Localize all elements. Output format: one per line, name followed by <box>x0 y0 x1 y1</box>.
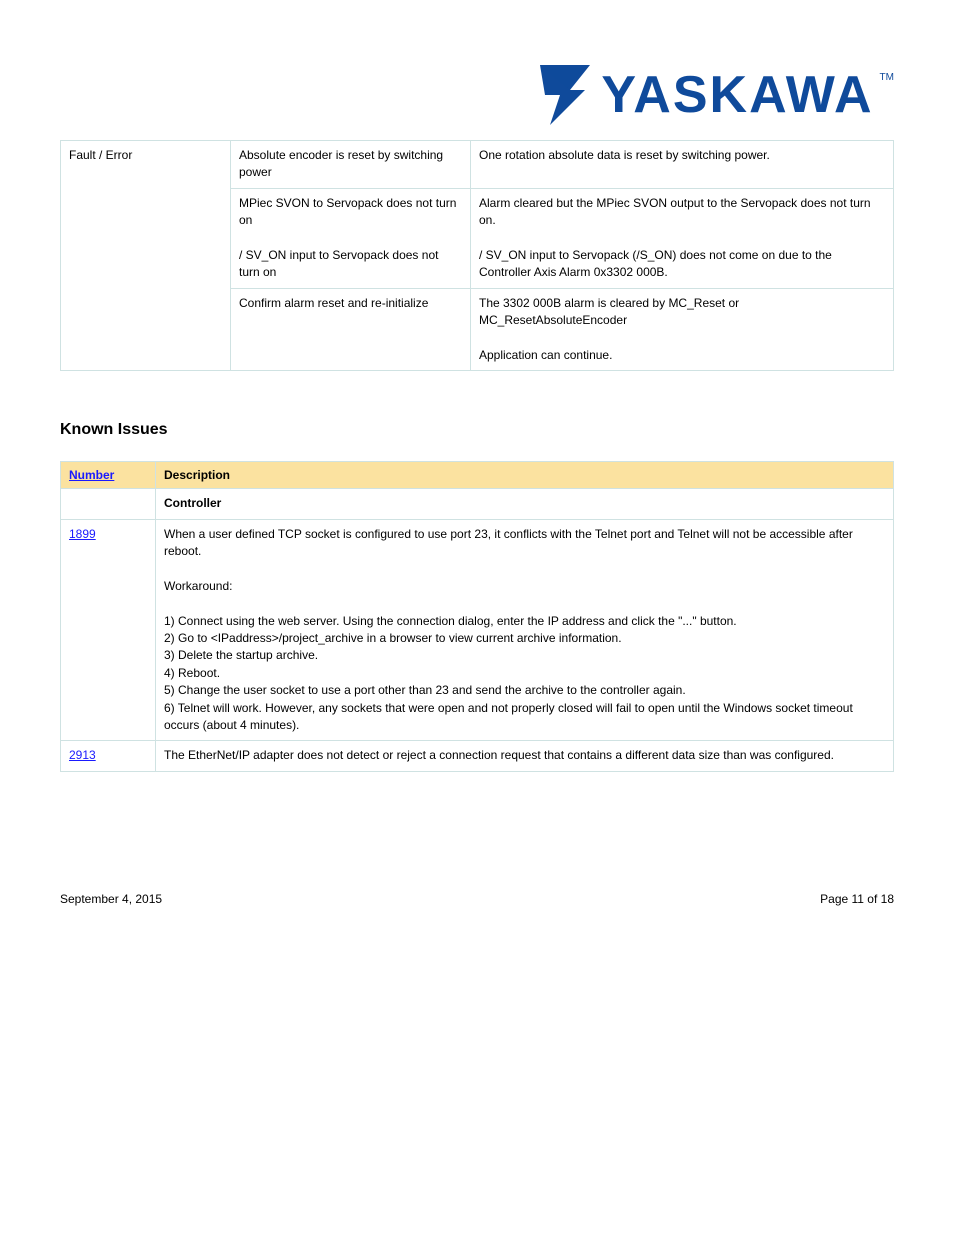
footer-page: Page 11 of 18 <box>820 892 894 906</box>
issue-link[interactable]: 2913 <box>69 748 96 762</box>
fault-error-table: Fault / Error Absolute encoder is reset … <box>60 140 894 371</box>
table-row: Controller <box>61 489 894 519</box>
footer-date: September 4, 2015 <box>60 892 162 906</box>
fault-mid-cell: Confirm alarm reset and re-initialize <box>231 288 471 371</box>
fault-right-cell: One rotation absolute data is reset by s… <box>471 141 894 189</box>
issue-link[interactable]: 1899 <box>69 527 96 541</box>
issue-number <box>61 489 156 519</box>
brand-logo: YASKAWA TM <box>535 60 894 130</box>
header-description: Description <box>156 462 894 489</box>
logo-row: YASKAWA TM <box>60 0 894 140</box>
swoosh-icon <box>535 60 595 130</box>
issue-number: 2913 <box>61 741 156 771</box>
issue-desc: When a user defined TCP socket is config… <box>156 519 894 741</box>
table-row: 2913 The EtherNet/IP adapter does not de… <box>61 741 894 771</box>
known-issues-table: Number Description Controller 1899 When … <box>60 461 894 771</box>
page-footer: September 4, 2015 Page 11 of 18 <box>60 892 894 906</box>
issue-desc: Controller <box>156 489 894 519</box>
trademark: TM <box>880 72 894 83</box>
fault-mid-cell: MPiec SVON to Servopack does not turn on… <box>231 188 471 288</box>
table-row: Fault / Error Absolute encoder is reset … <box>61 141 894 189</box>
header-number: Number <box>61 462 156 489</box>
fault-right-cell: Alarm cleared but the MPiec SVON output … <box>471 188 894 288</box>
section-title: Known Issues <box>60 421 894 439</box>
brand-name: YASKAWA <box>601 65 873 125</box>
fault-right-cell: The 3302 000B alarm is cleared by MC_Res… <box>471 288 894 371</box>
fault-mid-cell: Absolute encoder is reset by switching p… <box>231 141 471 189</box>
issue-number: 1899 <box>61 519 156 741</box>
issue-desc: The EtherNet/IP adapter does not detect … <box>156 741 894 771</box>
fault-label-cell: Fault / Error <box>61 141 231 371</box>
table-row: 1899 When a user defined TCP socket is c… <box>61 519 894 741</box>
table-header-row: Number Description <box>61 462 894 489</box>
